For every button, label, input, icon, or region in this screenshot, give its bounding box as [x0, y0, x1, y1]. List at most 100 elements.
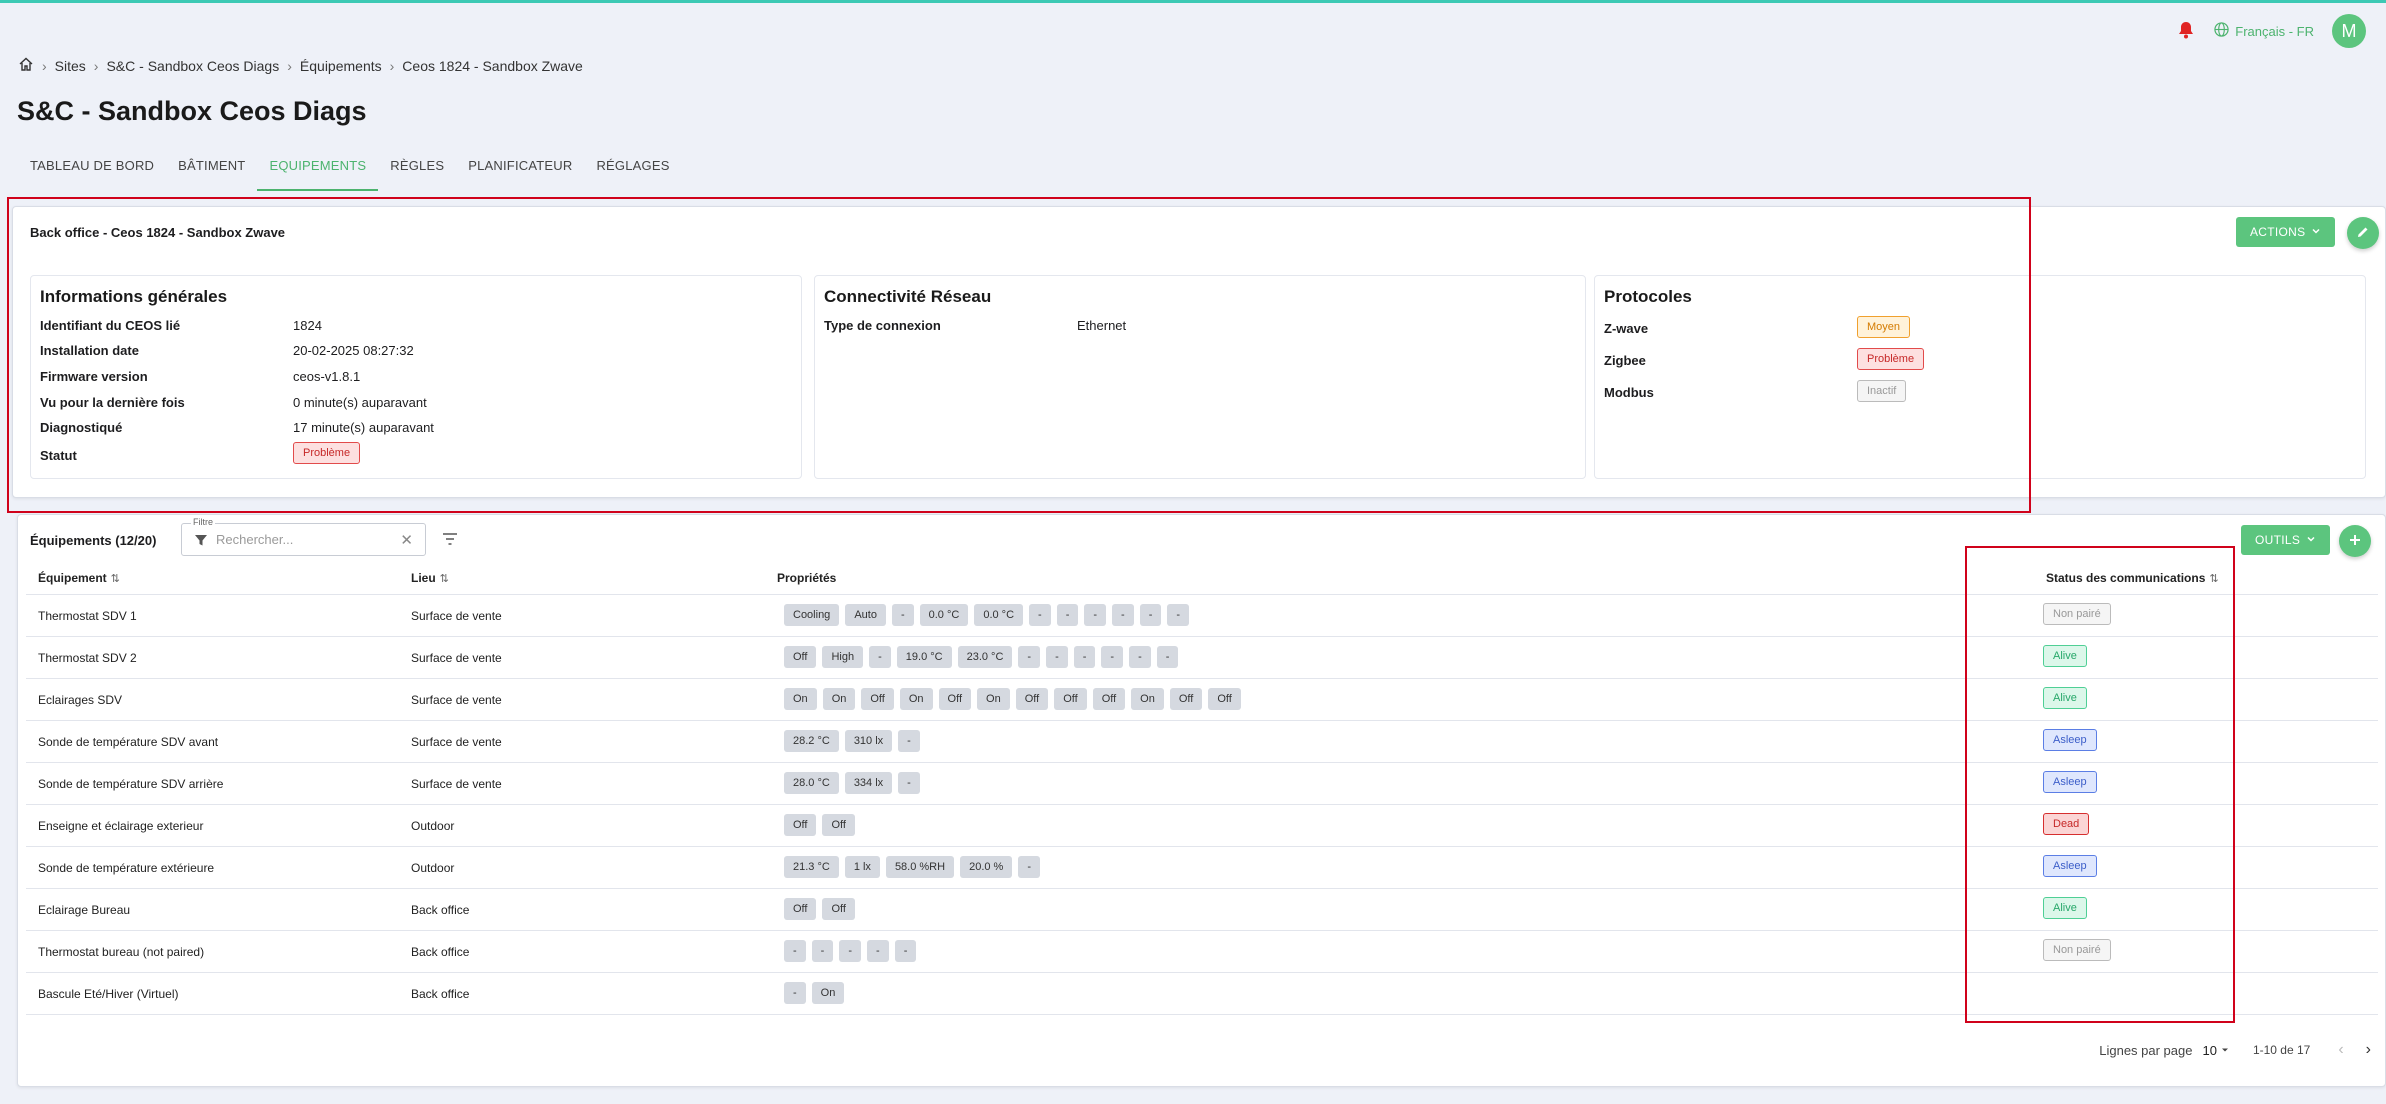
property-chip[interactable]: - — [1129, 646, 1151, 668]
property-chip[interactable]: Off — [784, 814, 817, 836]
close-icon[interactable]: ✕ — [400, 531, 413, 549]
property-chip[interactable]: 0.0 °C — [974, 604, 1024, 626]
tab-equipments[interactable]: EQUIPEMENTS — [257, 152, 379, 191]
equipment-name[interactable]: Eclairage Bureau — [38, 903, 130, 917]
property-chip[interactable]: 58.0 %RH — [885, 856, 955, 878]
edit-button[interactable] — [2347, 217, 2379, 249]
sort-icon[interactable]: ⇅ — [440, 573, 449, 585]
property-chip[interactable]: On — [784, 688, 817, 710]
property-chip[interactable]: - — [1046, 646, 1068, 668]
sort-icon[interactable]: ⇅ — [2209, 573, 2218, 585]
chevron-left-icon[interactable]: ‹ — [2338, 1041, 2343, 1059]
property-chip[interactable]: - — [784, 940, 806, 962]
equipment-name[interactable]: Sonde de température SDV avant — [38, 735, 218, 749]
table-row[interactable]: Thermostat SDV 1 Surface de vente Cooling A… — [26, 595, 2378, 637]
property-chip[interactable]: - — [1084, 604, 1107, 626]
filter-options-button[interactable] — [442, 532, 458, 549]
property-chip[interactable]: On — [899, 688, 933, 710]
property-chip[interactable]: On — [822, 688, 856, 710]
equipment-name[interactable]: Thermostat SDV 2 — [38, 651, 137, 665]
chevron-right-icon[interactable]: › — [2366, 1041, 2371, 1059]
property-chip[interactable]: - — [867, 940, 889, 962]
property-chip[interactable]: 28.2 °C — [784, 730, 839, 752]
property-chip[interactable]: Off — [1015, 688, 1049, 710]
property-chip[interactable]: On — [1131, 688, 1164, 710]
property-chip[interactable]: 310 lx — [844, 730, 893, 752]
equipment-name[interactable]: Bascule Eté/Hiver (Virtuel) — [38, 987, 179, 1001]
equipment-name[interactable]: Thermostat SDV 1 — [38, 609, 137, 623]
property-chip[interactable]: - — [1101, 646, 1124, 668]
equipment-name[interactable]: Enseigne et éclairage exterieur — [38, 819, 203, 833]
property-chip[interactable]: On — [977, 688, 1010, 710]
table-row[interactable]: Sonde de température SDV avant Surface de… — [26, 721, 2378, 763]
property-chip[interactable]: - — [1018, 856, 1040, 878]
column-comm-status[interactable]: Status des communications ⇅ — [2046, 571, 2219, 585]
property-chip[interactable]: - — [898, 730, 920, 752]
property-chip[interactable]: - — [1112, 604, 1134, 626]
home-icon[interactable] — [18, 56, 34, 75]
equipment-name[interactable]: Sonde de température extérieure — [38, 861, 214, 875]
table-row[interactable]: Thermostat bureau (not paired) Back offic… — [26, 931, 2378, 973]
property-chip[interactable]: Off — [1208, 688, 1241, 710]
property-chip[interactable]: 21.3 °C — [784, 856, 839, 878]
table-row[interactable]: Sonde de température extérieure Outdoor 21… — [26, 847, 2378, 889]
table-row[interactable]: Bascule Eté/Hiver (Virtuel) Back office - O… — [26, 973, 2378, 1015]
actions-button[interactable]: ACTIONS — [2236, 217, 2336, 247]
table-row[interactable]: Sonde de température SDV arrière Surface … — [26, 763, 2378, 805]
property-chip[interactable]: Off — [861, 688, 894, 710]
property-chip[interactable]: 1 lx — [844, 856, 880, 878]
bell-icon[interactable] — [2178, 21, 2196, 41]
table-row[interactable]: Eclairage Bureau Back office Off Off Alive — [26, 889, 2378, 931]
avatar[interactable]: M — [2332, 14, 2366, 48]
table-row[interactable]: Eclairages SDV Surface de vente On On Off On O… — [26, 679, 2378, 721]
property-chip[interactable]: - — [784, 982, 806, 1004]
property-chip[interactable]: - — [898, 772, 920, 794]
property-chip[interactable]: 19.0 °C — [896, 646, 952, 668]
tab-settings[interactable]: RÉGLAGES — [584, 152, 681, 191]
property-chip[interactable]: - — [1018, 646, 1041, 668]
tab-rules[interactable]: RÈGLES — [378, 152, 456, 191]
property-chip[interactable]: - — [839, 940, 862, 962]
property-chip[interactable]: Off — [1092, 688, 1126, 710]
breadcrumb-site[interactable]: S&C - Sandbox Ceos Diags — [106, 58, 279, 74]
table-row[interactable]: Enseigne et éclairage exterieur Outdoor Of… — [26, 805, 2378, 847]
property-chip[interactable]: On — [811, 982, 845, 1004]
equipment-name[interactable]: Thermostat bureau (not paired) — [38, 945, 204, 959]
sort-icon[interactable]: ⇅ — [111, 573, 120, 585]
property-chip[interactable]: Cooling — [784, 604, 840, 626]
property-chip[interactable]: Off — [784, 898, 817, 920]
property-chip[interactable]: - — [1156, 646, 1179, 668]
property-chip[interactable]: Off — [784, 646, 817, 668]
property-chip[interactable]: - — [1029, 604, 1051, 626]
property-chip[interactable]: - — [891, 604, 914, 626]
tab-scheduler[interactable]: PLANIFICATEUR — [456, 152, 584, 191]
property-chip[interactable]: - — [811, 940, 834, 962]
property-chip[interactable]: Off — [822, 898, 855, 920]
property-chip[interactable]: - — [894, 940, 917, 962]
property-chip[interactable]: Off — [938, 688, 972, 710]
property-chip[interactable]: - — [1073, 646, 1096, 668]
property-chip[interactable]: Off — [1054, 688, 1087, 710]
property-chip[interactable]: 23.0 °C — [957, 646, 1013, 668]
tools-button[interactable]: OUTILS — [2241, 525, 2331, 555]
breadcrumb-sites[interactable]: Sites — [55, 58, 86, 74]
property-chip[interactable]: 334 lx — [844, 772, 893, 794]
add-equipment-button[interactable] — [2339, 525, 2371, 557]
language-selector[interactable]: Français - FR — [2214, 22, 2314, 40]
property-chip[interactable]: Off — [1169, 688, 1203, 710]
breadcrumb-equipments[interactable]: Équipements — [300, 58, 382, 74]
search-input[interactable] — [216, 532, 376, 547]
column-location[interactable]: Lieu ⇅ — [411, 571, 449, 585]
filter-field[interactable]: Filtre ✕ — [181, 517, 426, 556]
column-equipment[interactable]: Équipement ⇅ — [38, 571, 120, 585]
property-chip[interactable]: - — [1056, 604, 1079, 626]
tab-building[interactable]: BÂTIMENT — [166, 152, 257, 191]
rows-per-page-select[interactable]: 10 — [2202, 1043, 2228, 1058]
tab-dashboard[interactable]: TABLEAU DE BORD — [18, 152, 166, 191]
equipment-name[interactable]: Eclairages SDV — [38, 693, 122, 707]
equipment-name[interactable]: Sonde de température SDV arrière — [38, 777, 223, 791]
property-chip[interactable]: 0.0 °C — [919, 604, 969, 626]
property-chip[interactable]: Off — [822, 814, 855, 836]
property-chip[interactable]: High — [822, 646, 864, 668]
property-chip[interactable]: - — [1139, 604, 1162, 626]
